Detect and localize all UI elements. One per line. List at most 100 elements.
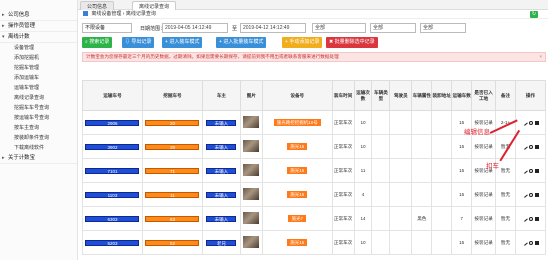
delete-icon[interactable] <box>534 216 539 221</box>
cell-driver <box>389 134 413 159</box>
export-button-label: 导出记录 <box>131 39 152 45</box>
delete-icon[interactable] <box>534 192 539 197</box>
sidebar-item-add-excavator[interactable]: 添加挖掘机 <box>0 53 77 63</box>
photo-thumbnail[interactable] <box>243 212 260 224</box>
sidebar-item-by-load[interactable]: 按装卸条件查询 <box>0 133 77 143</box>
photo-thumbnail[interactable] <box>243 236 260 248</box>
tab-company-info[interactable]: 公司信息 <box>80 1 115 10</box>
cell-trips: 4 <box>353 182 373 207</box>
delete-icon[interactable] <box>534 120 539 125</box>
edit-icon[interactable] <box>521 143 528 150</box>
cell-owner: 老兄 <box>201 230 241 255</box>
filter-input-2[interactable]: 全部 <box>370 23 416 33</box>
cell-vehicle-prop: 黑色 <box>411 206 433 231</box>
deduct-icon[interactable] <box>528 240 533 245</box>
filter-input-3[interactable]: 全部 <box>420 23 466 33</box>
sidebar-item-by-owner[interactable]: 按车主查询 <box>0 123 77 133</box>
cell-truck: 3902 <box>82 134 143 159</box>
enter-batch-mode-button[interactable]: + 进入批量装车模式 <box>216 37 267 48</box>
cell-address <box>431 182 453 207</box>
cell-actions <box>515 182 546 207</box>
breadcrumb: 离线设备管理 › 离线记录查询 <box>80 10 548 19</box>
device-select[interactable]: 不限设备 <box>82 23 132 33</box>
cell-address <box>431 206 453 231</box>
header-device: 设备号 <box>261 80 333 111</box>
sidebar-item-download[interactable]: 下载离线软件 <box>0 143 77 153</box>
caret-right-icon: ▸ <box>2 23 5 29</box>
cell-truck: 7101 <box>82 158 143 183</box>
cell-image <box>239 206 263 231</box>
cell-device: 施光15 <box>261 158 333 183</box>
photo-thumbnail[interactable] <box>243 164 260 176</box>
header-truck-count: 运输车数 <box>451 80 473 111</box>
photo-thumbnail[interactable] <box>243 140 260 152</box>
deduct-icon[interactable] <box>528 216 533 221</box>
owner-badge: 未输入 <box>206 119 237 126</box>
truck-plate: 2906 <box>85 119 140 126</box>
edit-icon[interactable] <box>521 119 528 126</box>
batch-delete-button[interactable]: ✖ 批量删除选中记录 <box>326 37 378 48</box>
end-date-input[interactable]: 2019-04-12 14:12:49 <box>240 23 306 33</box>
cell-image <box>239 158 263 183</box>
delete-icon[interactable] <box>534 168 539 173</box>
filter-input-1[interactable]: 全部 <box>312 23 366 33</box>
search-button[interactable]: ⌕ 搜索记录 <box>82 37 113 48</box>
start-date-input[interactable]: 2019-04-05 14:12:49 <box>162 23 228 33</box>
manual-add-button[interactable]: + 手动添加记录 <box>282 37 323 48</box>
export-button[interactable]: ⇩ 导出记录 <box>122 37 155 48</box>
cell-time: 正常车次 <box>331 134 355 159</box>
cell-truck-count: 15 <box>451 134 473 159</box>
table-header-row: 运输车号 挖掘车号 车主 图片 设备号 装车时间 运输次数 车辆类型 驾驶员 车… <box>82 80 546 111</box>
cell-vehicle-prop <box>411 134 433 159</box>
sidebar-group-operators[interactable]: ▸ 操作员管理 <box>0 21 77 32</box>
cell-entered: 按装记录 <box>471 230 497 255</box>
filter-bar: 不限设备 日期范围： 2019-04-05 14:12:49 至 2019-04… <box>82 23 546 35</box>
delete-icon[interactable] <box>534 144 539 149</box>
sidebar-item-by-excavator[interactable]: 挖掘车车号查询 <box>0 103 77 113</box>
breadcrumb-item: 离线记录查询 <box>125 11 156 17</box>
table-row: 3902 39 未输入 施光15 正常车次 10 15 按装记录 暂无 <box>82 134 546 159</box>
cell-image <box>239 110 263 135</box>
truck-plate: 6303 <box>85 215 140 222</box>
header-excavator: 挖掘车号 <box>141 80 203 111</box>
delete-icon[interactable] <box>534 240 539 245</box>
sidebar-item-offline-records[interactable]: 离线记录查询 <box>0 93 77 103</box>
deduct-icon[interactable] <box>528 168 533 173</box>
cell-trips: 10 <box>353 134 373 159</box>
cell-vehicle-type <box>371 182 391 207</box>
table-row: 7101 71 未输入 施光15 正常车次 11 15 按装记录 暂无 <box>82 158 546 183</box>
sidebar-item-excavator-mgmt[interactable]: 挖掘车管理 <box>0 63 77 73</box>
sidebar-item-device[interactable]: 设备管理 <box>0 43 77 53</box>
close-icon[interactable]: × <box>539 53 542 61</box>
caret-right-icon: ▸ <box>2 12 5 18</box>
photo-thumbnail[interactable] <box>243 116 260 128</box>
sidebar-item-truck-mgmt[interactable]: 运输车管理 <box>0 83 77 93</box>
cell-vehicle-type <box>371 110 391 135</box>
owner-badge: 未输入 <box>206 143 237 150</box>
refresh-icon[interactable]: ↻ <box>530 11 538 18</box>
sidebar-group-about[interactable]: ▸ 关于计数宝 <box>0 153 77 164</box>
sidebar-group-offline[interactable]: ▾ 离线计数 <box>0 32 77 43</box>
deduct-icon[interactable] <box>528 192 533 197</box>
edit-icon[interactable] <box>521 167 528 174</box>
sidebar-item-by-truck[interactable]: 按运输车号查询 <box>0 113 77 123</box>
enter-load-mode-label: 进入装车模式 <box>169 39 200 45</box>
device-badge: 施光7 <box>288 215 306 222</box>
tab-offline-records[interactable]: 离线记录查询 <box>132 1 177 10</box>
edit-icon[interactable] <box>521 239 528 246</box>
header-actions: 操作 <box>515 80 546 111</box>
sidebar-group-company[interactable]: ▸ 公司信息 <box>0 10 77 21</box>
deduct-icon[interactable] <box>528 120 533 125</box>
cell-actions <box>515 206 546 231</box>
deduct-icon[interactable] <box>528 144 533 149</box>
enter-load-mode-button[interactable]: + 进入装车模式 <box>162 37 203 48</box>
cell-image <box>239 182 263 207</box>
cell-time: 正常车次 <box>331 206 355 231</box>
edit-icon[interactable] <box>521 191 528 198</box>
cell-note: 暂无 <box>495 206 516 231</box>
cell-time: 正常车次 <box>331 110 355 135</box>
breadcrumb-item[interactable]: 离线设备管理 <box>91 11 121 17</box>
edit-icon[interactable] <box>521 215 528 222</box>
photo-thumbnail[interactable] <box>243 188 260 200</box>
sidebar-item-add-truck[interactable]: 添加运输车 <box>0 73 77 83</box>
